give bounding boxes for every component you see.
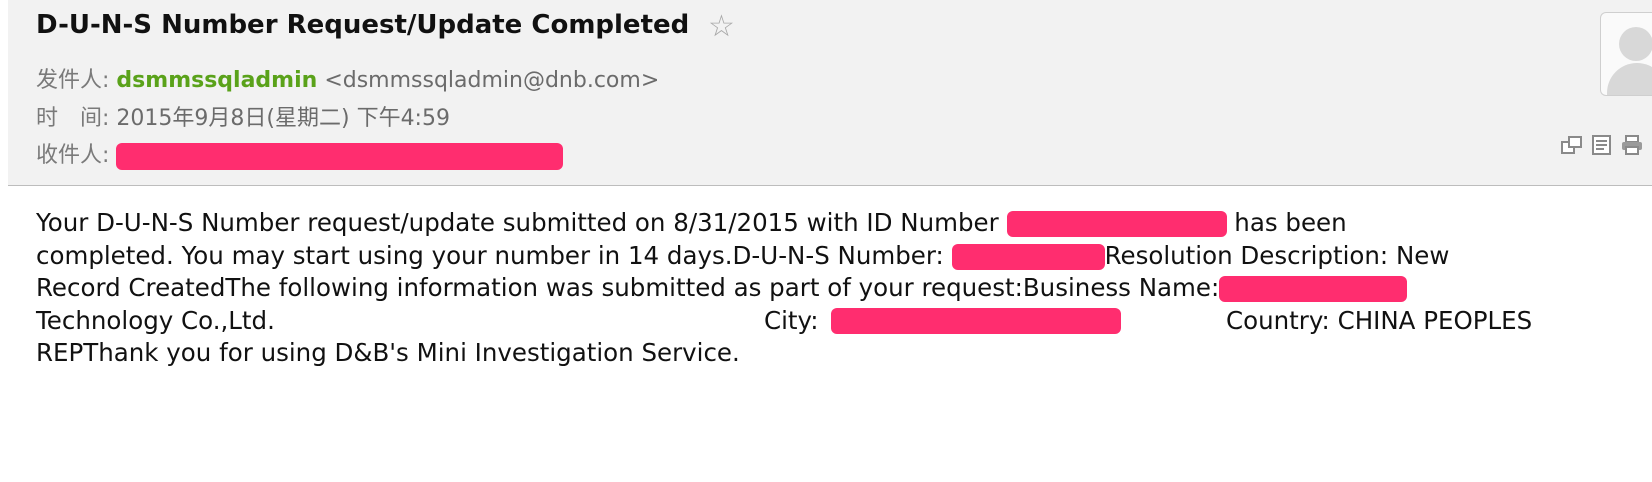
body-text: Record CreatedThe following information … bbox=[36, 273, 1220, 302]
body-line-2: completed. You may start using your numb… bbox=[36, 240, 1636, 273]
new-window-icon[interactable] bbox=[1561, 135, 1583, 155]
body-text: has been bbox=[1234, 208, 1347, 237]
body-text: Resolution Description: New bbox=[1104, 240, 1450, 270]
body-line-4: Technology Co.,Ltd. City: Country: CHINA… bbox=[36, 305, 1636, 338]
redacted-business-name bbox=[1219, 276, 1408, 302]
time-label: 时 间: bbox=[36, 106, 110, 131]
from-label: 发件人: bbox=[36, 68, 110, 93]
sender-name[interactable]: dsmmssqladmin bbox=[116, 68, 317, 93]
body-text: Technology Co.,Ltd. bbox=[36, 305, 275, 335]
avatar-icon[interactable] bbox=[1600, 12, 1652, 96]
body-line-3: Record CreatedThe following information … bbox=[36, 272, 1636, 305]
body-line-5: REPThank you for using D&B's Mini Invest… bbox=[36, 337, 1636, 370]
redacted-id-number bbox=[1006, 211, 1227, 237]
redacted-duns-number bbox=[951, 243, 1105, 270]
redacted-recipient bbox=[116, 142, 564, 170]
plain-text-icon[interactable] bbox=[1591, 135, 1613, 155]
body-text: REPThank you for using D&B's Mini Invest… bbox=[36, 338, 740, 367]
email-header: D-U-N-S Number Request/Update Completed … bbox=[8, 0, 1652, 186]
country-text: Country: CHINA PEOPLES bbox=[1226, 305, 1533, 335]
body-text: completed. You may start using your numb… bbox=[36, 240, 944, 270]
sender-address: <dsmmssqladmin@dnb.com> bbox=[324, 68, 660, 93]
from-row: 发件人: dsmmssqladmin <dsmmssqladmin@dnb.co… bbox=[36, 62, 659, 94]
time-row: 时 间: 2015年9月8日(星期二) 下午4:59 bbox=[36, 100, 450, 132]
to-label: 收件人: bbox=[36, 143, 110, 168]
redacted-city bbox=[831, 307, 1121, 334]
to-row: 收件人: bbox=[36, 137, 564, 170]
body-text: Your D-U-N-S Number request/update submi… bbox=[36, 208, 999, 237]
email-body: Your D-U-N-S Number request/update submi… bbox=[36, 207, 1636, 370]
email-subject: D-U-N-S Number Request/Update Completed bbox=[36, 10, 690, 40]
star-icon[interactable]: ☆ bbox=[708, 12, 735, 42]
time-value: 2015年9月8日(星期二) 下午4:59 bbox=[116, 106, 450, 131]
city-label: City: bbox=[764, 305, 819, 335]
body-line-1: Your D-U-N-S Number request/update submi… bbox=[36, 207, 1636, 240]
print-icon[interactable] bbox=[1621, 135, 1643, 155]
mail-toolbar bbox=[1561, 135, 1643, 155]
